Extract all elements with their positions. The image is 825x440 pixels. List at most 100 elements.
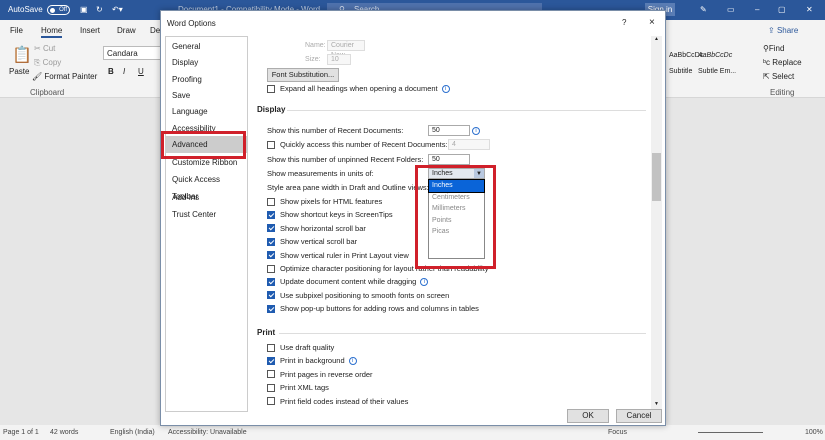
- nav-quick-access-toolbar[interactable]: Quick Access Toolbar: [166, 171, 247, 201]
- save-icon[interactable]: ▣: [80, 5, 88, 14]
- info-icon[interactable]: i: [472, 127, 480, 135]
- help-button[interactable]: ?: [622, 18, 626, 27]
- option-show-vertical-scroll-bar[interactable]: Show vertical scroll bar: [267, 237, 357, 246]
- paste-button[interactable]: Paste: [9, 67, 29, 76]
- tab-file[interactable]: File: [10, 26, 23, 35]
- autosave-toggle[interactable]: Off: [47, 5, 70, 15]
- checkbox[interactable]: [267, 356, 275, 365]
- nav-general[interactable]: General: [166, 38, 247, 55]
- tab-home[interactable]: Home: [41, 26, 63, 38]
- info-icon[interactable]: i: [348, 356, 357, 365]
- focus-button[interactable]: Focus: [608, 429, 627, 436]
- quick-access-option[interactable]: Quickly access this number of Recent Doc…: [267, 140, 448, 149]
- zoom-level[interactable]: 100%: [805, 429, 823, 436]
- nav-trust-center[interactable]: Trust Center: [166, 206, 247, 223]
- section-divider: [279, 333, 646, 334]
- word-count[interactable]: 42 words: [50, 429, 78, 436]
- cancel-button[interactable]: Cancel: [616, 409, 662, 423]
- select-button[interactable]: ⇱ Select: [763, 72, 794, 81]
- option-show-pixels-for-html-features[interactable]: Show pixels for HTML features: [267, 197, 382, 206]
- italic-button[interactable]: I: [123, 67, 125, 76]
- checkbox[interactable]: [267, 197, 275, 206]
- close-icon[interactable]: ✕: [806, 5, 813, 14]
- option-label: Print XML tags: [280, 383, 329, 393]
- font-name-select[interactable]: Courier New: [327, 40, 365, 59]
- ok-button[interactable]: OK: [567, 409, 609, 423]
- underline-button[interactable]: U: [138, 67, 144, 76]
- style-area-label: Style area pane width in Draft and Outli…: [267, 183, 429, 192]
- scroll-up-icon[interactable]: ▲: [652, 36, 661, 45]
- option-label: Style area pane width in Draft and Outli…: [267, 183, 429, 192]
- nav-language[interactable]: Language: [166, 103, 247, 120]
- copy-button[interactable]: ⎘ Copy: [34, 58, 61, 68]
- checkbox[interactable]: [267, 237, 275, 246]
- checkbox[interactable]: [267, 343, 275, 352]
- tab-insert[interactable]: Insert: [80, 26, 100, 35]
- page-count[interactable]: Page 1 of 1: [3, 429, 39, 436]
- nav-add-ins[interactable]: Add-ins: [166, 189, 247, 206]
- option-label: Show this number of unpinned Recent Fold…: [267, 155, 424, 164]
- option-show-shortcut-keys-in-screentips[interactable]: Show shortcut keys in ScreenTips: [267, 210, 393, 219]
- undo-icon[interactable]: ↶▾: [112, 5, 123, 14]
- paste-icon[interactable]: 📋: [12, 45, 32, 65]
- share-button[interactable]: ⇪ Share: [768, 26, 798, 35]
- scrollbar-thumb[interactable]: [652, 153, 661, 201]
- checkbox[interactable]: [267, 140, 275, 149]
- find-button[interactable]: ⚲Find: [763, 44, 784, 53]
- option-use-subpixel-positioning-to-smooth-fonts-on-screen[interactable]: Use subpixel positioning to smooth fonts…: [267, 291, 449, 300]
- pen-icon[interactable]: ✎: [700, 5, 707, 14]
- option-show-vertical-ruler-in-print-layout-view[interactable]: Show vertical ruler in Print Layout view: [267, 251, 409, 260]
- tab-design[interactable]: De: [150, 26, 160, 35]
- option-label: Show vertical scroll bar: [280, 237, 358, 247]
- dialog-close-button[interactable]: ×: [649, 17, 655, 28]
- nav-proofing[interactable]: Proofing: [166, 71, 247, 88]
- option-print-field-codes-instead-of-their-values[interactable]: Print field codes instead of their value…: [267, 397, 408, 406]
- checkbox[interactable]: [267, 370, 275, 379]
- zoom-slider[interactable]: [698, 432, 763, 433]
- checkbox[interactable]: [267, 291, 275, 300]
- font-size-select[interactable]: 10: [327, 54, 351, 65]
- print-section-heading: Print: [257, 328, 276, 337]
- replace-button[interactable]: ᵇc Replace: [763, 58, 802, 67]
- ribbon-display-icon[interactable]: ▭: [727, 5, 735, 14]
- maximize-icon[interactable]: ▢: [778, 5, 786, 14]
- tab-draw[interactable]: Draw: [117, 26, 136, 35]
- accessibility-status[interactable]: Accessibility: Unavailable: [168, 429, 247, 436]
- checkbox[interactable]: [267, 383, 275, 392]
- option-print-xml-tags[interactable]: Print XML tags: [267, 383, 329, 392]
- option-use-draft-quality[interactable]: Use draft quality: [267, 343, 334, 352]
- info-icon[interactable]: i: [441, 84, 450, 93]
- checkbox[interactable]: [267, 397, 275, 406]
- language[interactable]: English (India): [110, 429, 155, 436]
- style-subtitle-name: Subtitle: [669, 68, 693, 75]
- nav-display[interactable]: Display: [166, 54, 247, 71]
- minimize-icon[interactable]: –: [755, 5, 759, 14]
- font-name-label: Name:: [305, 42, 326, 49]
- option-show-pop-up-buttons-for-adding-rows-and-columns-in-tables[interactable]: Show pop-up buttons for adding rows and …: [267, 304, 479, 313]
- checkbox[interactable]: [267, 224, 275, 233]
- style-subtle-preview[interactable]: AaBbCcDc: [698, 52, 732, 59]
- checkbox[interactable]: [267, 264, 275, 273]
- recent-folders-spinner[interactable]: 50: [428, 154, 470, 165]
- option-print-in-background[interactable]: Print in background i: [267, 356, 357, 365]
- cut-button[interactable]: ✂ Cut: [34, 44, 55, 53]
- option-print-pages-in-reverse-order[interactable]: Print pages in reverse order: [267, 370, 373, 379]
- format-painter-button[interactable]: 🖌 Format Painter: [32, 72, 97, 81]
- option-update-document-content-while-dragging[interactable]: Update document content while dragging i: [267, 277, 429, 286]
- expand-headings-option[interactable]: Expand all headings when opening a docum…: [267, 84, 450, 93]
- checkbox[interactable]: [267, 251, 275, 260]
- option-show-horizontal-scroll-bar[interactable]: Show horizontal scroll bar: [267, 224, 366, 233]
- recent-documents-spinner[interactable]: 50: [428, 125, 470, 136]
- redo-icon[interactable]: ↻: [96, 5, 103, 14]
- checkbox[interactable]: [267, 210, 275, 219]
- font-substitution-button[interactable]: Font Substitution...: [267, 68, 339, 82]
- quick-access-spinner[interactable]: 4: [448, 139, 490, 150]
- checkbox[interactable]: [267, 84, 275, 93]
- checkbox[interactable]: [267, 277, 275, 286]
- nav-save[interactable]: Save: [166, 87, 247, 104]
- bold-button[interactable]: B: [108, 67, 114, 76]
- font-name-box[interactable]: Candara: [103, 46, 163, 60]
- checkbox[interactable]: [267, 304, 275, 313]
- options-scrollbar[interactable]: ▲ ▼: [651, 36, 662, 411]
- info-icon[interactable]: i: [420, 277, 429, 286]
